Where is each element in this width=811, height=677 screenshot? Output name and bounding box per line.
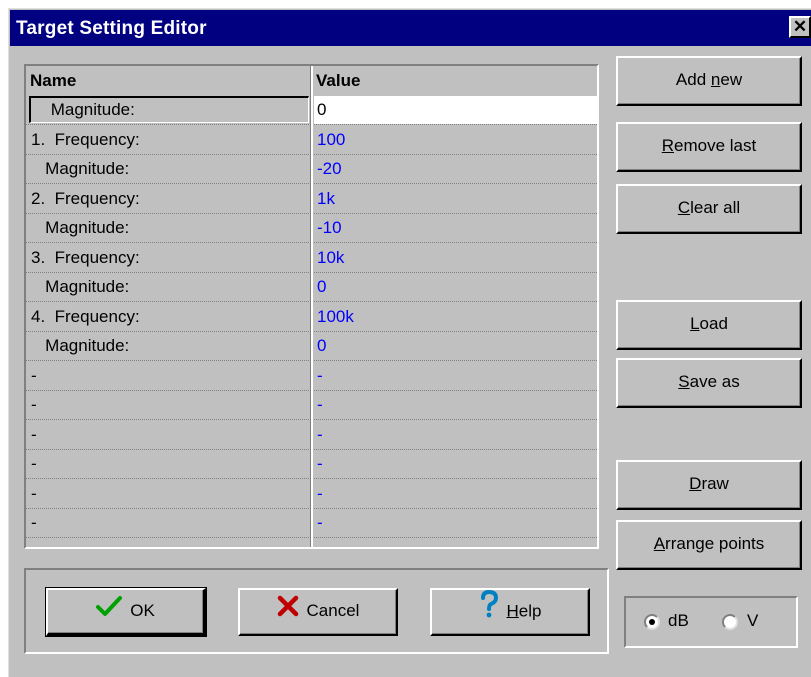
unit-radio-group: dB V — [624, 596, 798, 648]
save-as-button[interactable]: Save as — [616, 358, 802, 408]
help-button[interactable]: Help — [430, 588, 590, 636]
ok-label: OK — [130, 601, 155, 620]
row-name-cell[interactable]: 2. Frequency: — [31, 189, 140, 209]
arrange-points-accel: A — [653, 534, 666, 553]
remove-last-label-post: emove last — [674, 136, 757, 155]
help-label-post: elp — [518, 601, 542, 621]
question-icon — [479, 589, 499, 634]
row-value-cell[interactable]: - — [317, 484, 323, 504]
row-value-cell[interactable]: 0 — [317, 336, 326, 356]
row-value-cell[interactable]: 10k — [317, 248, 344, 268]
add-new-label-pre: Add — [675, 70, 711, 89]
remove-last-button[interactable]: Remove last — [616, 122, 802, 172]
row-name-cell[interactable]: - — [31, 425, 37, 445]
arrange-points-label-post: rrange points — [665, 534, 765, 553]
load-label-post: oad — [699, 314, 728, 333]
help-accel: H — [506, 601, 519, 621]
cancel-label: Cancel — [306, 601, 360, 620]
target-grid[interactable]: Name Value Magnitude: 0 1. Frequency: 100 M… — [26, 66, 597, 547]
row-name-cell[interactable]: - — [31, 484, 37, 504]
clear-all-accel: C — [677, 198, 691, 217]
row-name-cell[interactable]: Magnitude: — [31, 277, 129, 297]
cancel-button[interactable]: Cancel — [238, 588, 398, 636]
draw-button[interactable]: Draw — [616, 460, 802, 510]
row-name-cell[interactable]: 1. Frequency: — [31, 130, 140, 150]
help-label: Help — [507, 601, 542, 620]
load-button[interactable]: Load — [616, 300, 802, 350]
row-name-cell[interactable]: - — [31, 513, 37, 533]
row-name-cell[interactable]: - — [31, 366, 37, 386]
db-radio[interactable] — [644, 614, 660, 630]
row-name-cell[interactable]: Magnitude: — [31, 336, 129, 356]
row-value-cell[interactable]: - — [317, 513, 323, 533]
v-radio[interactable] — [722, 614, 738, 630]
db-radio-label[interactable]: dB — [668, 611, 689, 631]
row-value-cell[interactable]: -10 — [317, 218, 342, 238]
draw-label-post: raw — [701, 474, 729, 493]
row-value-cell[interactable]: - — [317, 454, 323, 474]
ok-button[interactable]: OK — [45, 587, 207, 637]
close-icon: ✕ — [792, 17, 808, 36]
clear-all-label-post: lear all — [690, 198, 741, 217]
window-title: Target Setting Editor — [16, 18, 207, 39]
arrange-points-button[interactable]: Arrange points — [616, 520, 802, 570]
row-value-cell[interactable]: -20 — [317, 159, 342, 179]
row-name-cell[interactable]: 3. Frequency: — [31, 248, 140, 268]
row-name-cell[interactable]: Magnitude: — [46, 100, 135, 120]
add-new-button[interactable]: Add new — [616, 56, 802, 106]
header-value: Value — [316, 71, 361, 90]
row-value-cell[interactable]: - — [317, 366, 323, 386]
save-as-accel: S — [678, 372, 690, 391]
row-name-cell[interactable]: Magnitude: — [31, 159, 129, 179]
row-value-cell[interactable]: 1k — [317, 189, 335, 209]
row-name-cell[interactable]: - — [31, 395, 37, 415]
save-as-label-post: ave as — [689, 372, 740, 391]
row-name-cell[interactable]: 4. Frequency: — [31, 307, 140, 327]
add-new-label-post: ew — [720, 70, 743, 89]
remove-last-accel: R — [661, 136, 675, 155]
row-value-cell[interactable]: - — [317, 425, 323, 445]
draw-accel: D — [689, 474, 702, 493]
row-value-cell[interactable]: 100k — [317, 307, 354, 327]
x-icon — [277, 591, 299, 633]
load-accel: L — [690, 314, 700, 333]
title-bar[interactable]: Target Setting Editor ✕ — [10, 10, 811, 46]
header-name: Name — [30, 71, 77, 90]
row-name-cell[interactable]: - — [31, 454, 37, 474]
row-value-cell[interactable]: 0 — [317, 277, 326, 297]
row-name-cell[interactable]: Magnitude: — [31, 218, 129, 238]
check-icon — [96, 591, 123, 633]
value-edit-cell[interactable] — [314, 96, 597, 124]
add-new-accel: n — [710, 70, 721, 89]
close-button[interactable]: ✕ — [789, 16, 811, 38]
row-value-cell[interactable]: 0 — [317, 100, 326, 120]
target-grid-frame: Name Value Magnitude: 0 1. Frequency: 100 M… — [24, 64, 599, 549]
clear-all-button[interactable]: Clear all — [616, 184, 802, 234]
row-value-cell[interactable]: - — [317, 395, 323, 415]
v-radio-label[interactable]: V — [747, 611, 758, 631]
column-divider[interactable] — [311, 66, 313, 547]
row-value-cell[interactable]: 100 — [317, 130, 345, 150]
